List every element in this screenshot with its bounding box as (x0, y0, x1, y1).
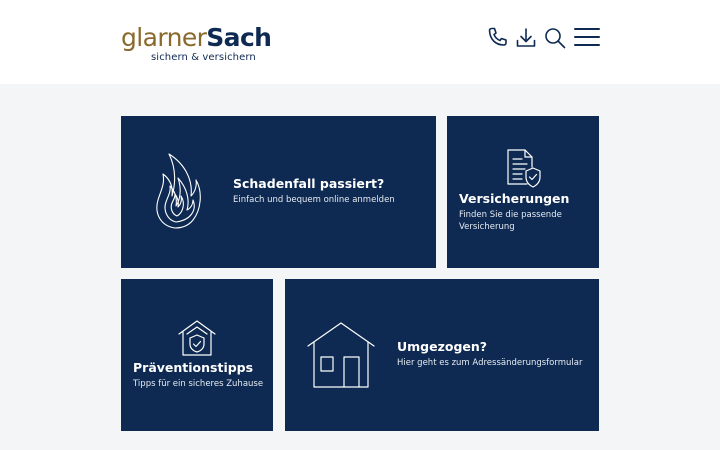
search-icon[interactable] (543, 26, 567, 50)
insurance-card[interactable]: Versicherungen Finden Sie die passende V… (447, 116, 599, 268)
download-icon[interactable] (514, 26, 538, 50)
card-title: Schadenfall passiert? (233, 176, 385, 191)
house-shield-icon (177, 319, 217, 357)
card-title: Präventionstipps (133, 360, 254, 375)
card-description: Einfach und bequem online anmelden (233, 195, 395, 205)
menu-icon[interactable] (574, 26, 600, 48)
card-description: Finden Sie die passende Versicherung (459, 210, 562, 232)
brand-logo[interactable]: glarnerSach sichern & versichern (121, 23, 272, 64)
card-title: Umgezogen? (397, 339, 488, 354)
logo-tagline: sichern & versichern (151, 52, 256, 63)
house-icon (307, 321, 375, 389)
insurance-document-icon (505, 148, 541, 188)
logo-wordmark: glarnerSach (121, 23, 272, 52)
flame-icon (153, 152, 201, 230)
card-description: Hier geht es zum Adressänderungsformular (397, 358, 583, 368)
phone-icon[interactable] (485, 26, 509, 50)
card-title: Versicherungen (459, 191, 570, 206)
prevention-card[interactable]: Präventionstipps Tipps für ein sicheres … (121, 279, 273, 431)
relocation-card[interactable]: Umgezogen? Hier geht es zum Adressänderu… (285, 279, 599, 431)
card-description: Tipps für ein sicheres Zuhause (133, 379, 264, 389)
claim-card[interactable]: Schadenfall passiert? Einfach und bequem… (121, 116, 436, 268)
site-header: glarnerSach sichern & versichern (0, 0, 720, 84)
